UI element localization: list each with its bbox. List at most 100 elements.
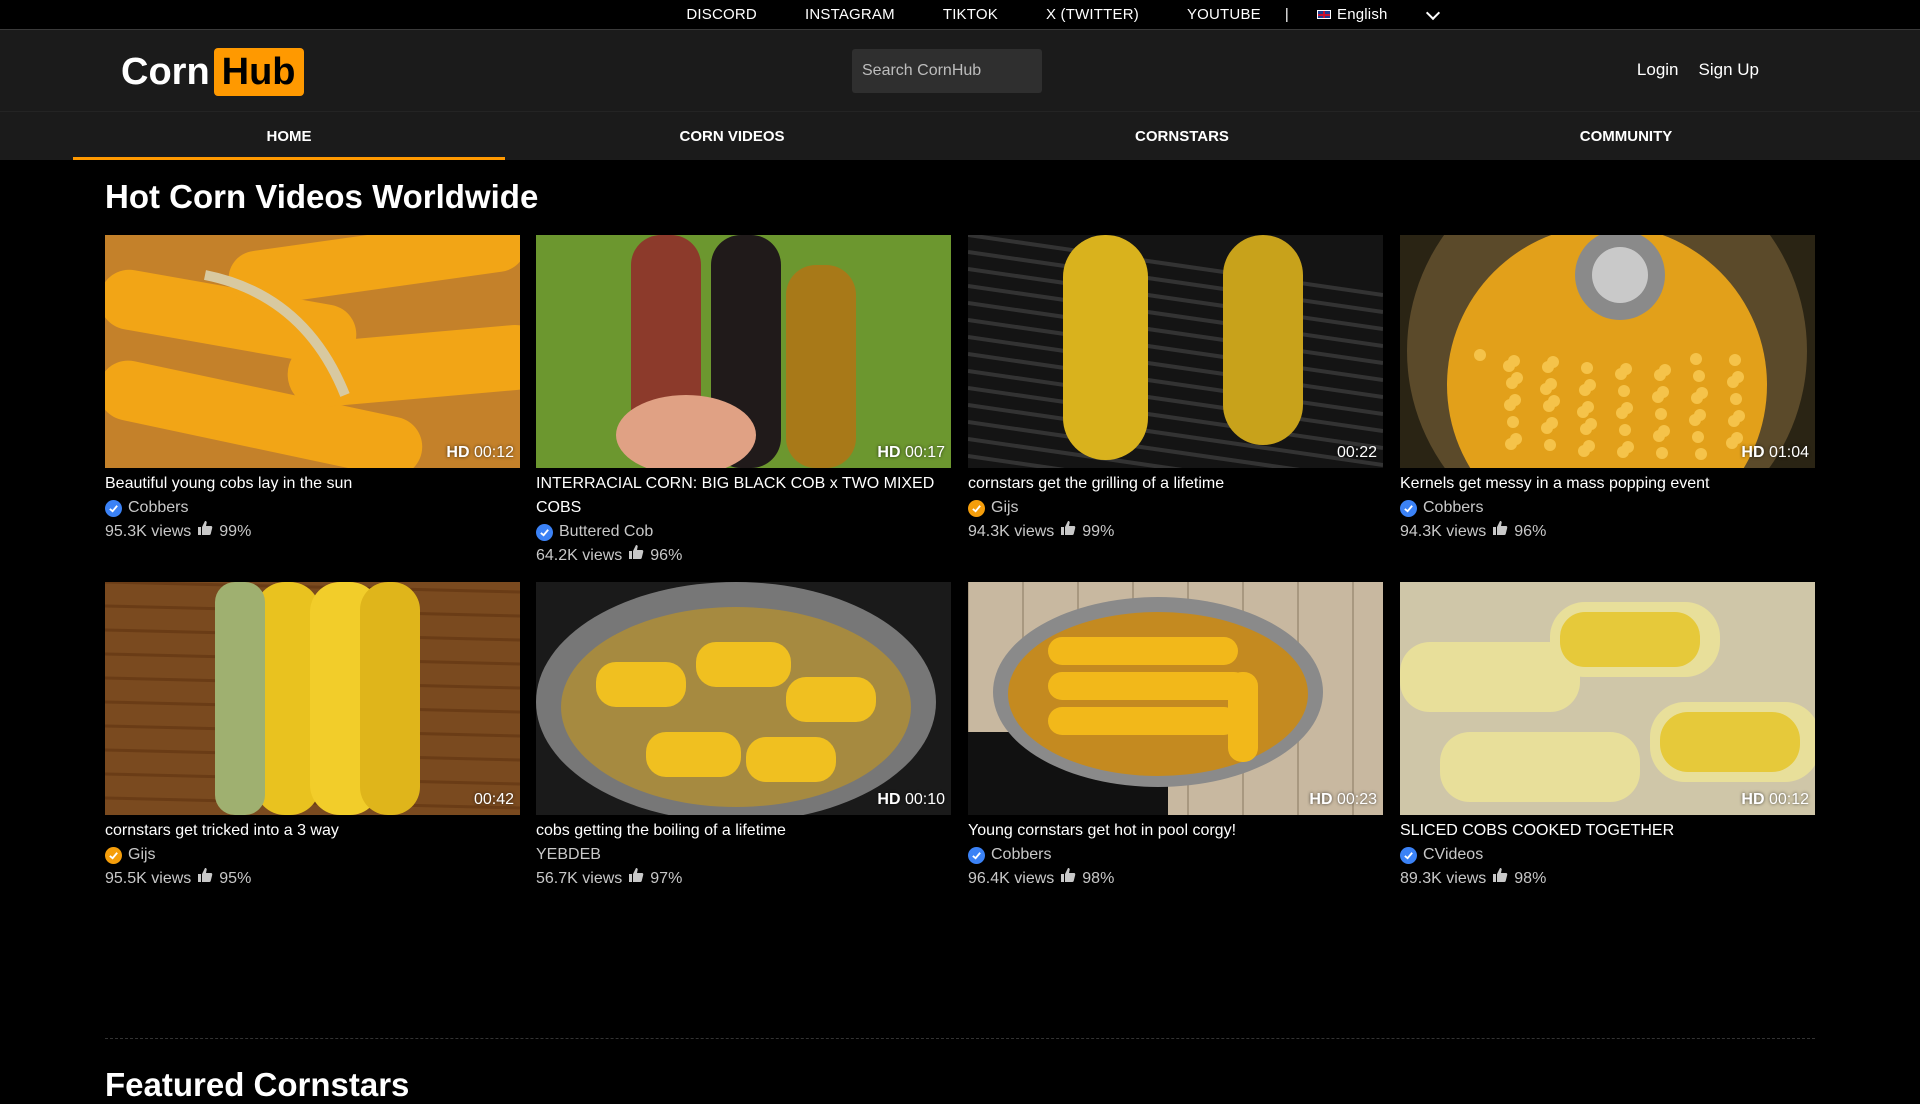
duration-label: 00:12 [473,444,514,461]
separator: | [1284,6,1289,23]
instagram-link[interactable]: INSTAGRAM [805,6,895,23]
stats-row: 95.5K views 95% [105,867,520,891]
duration-label: 00:12 [1768,791,1809,808]
verified-check-icon [536,523,553,541]
rating-percent: 98% [1082,870,1115,887]
channel-row: Cobbers [1400,496,1815,520]
channel-name[interactable]: Cobbers [1423,496,1483,520]
tab-community[interactable]: COMMUNITY [1410,112,1842,160]
duration-badge: 00:42 [474,791,514,809]
video-thumbnail[interactable]: HD 00:17 [536,235,951,468]
video-title[interactable]: INTERRACIAL CORN: BIG BLACK COB x TWO MI… [536,472,951,520]
video-thumbnail[interactable]: HD 00:10 [536,582,951,815]
hd-label: HD [1741,791,1765,808]
verified-check-icon [1400,499,1417,517]
video-card[interactable]: HD 00:12 Beautiful young cobs lay in the… [105,235,520,544]
stats-row: 96.4K views 98% [968,867,1383,891]
logo-text-corn: Corn [121,50,210,93]
channel-name[interactable]: Cobbers [128,496,188,520]
site-header: Corn Hub Login Sign Up [0,30,1920,111]
thumbs-up-icon [1492,520,1508,544]
hd-label: HD [877,444,901,461]
video-card[interactable]: 00:22 cornstars get the grilling of a li… [968,235,1383,544]
thumbs-up-icon [1492,867,1508,891]
hd-label: HD [446,444,470,461]
view-count: 95.3K views [105,523,192,540]
language-selector[interactable]: English [1316,5,1440,23]
logo-text-hub: Hub [213,48,304,96]
duration-label: 00:42 [473,791,514,808]
video-title[interactable]: cornstars get the grilling of a lifetime [968,472,1383,496]
video-card[interactable]: 00:42 cornstars get tricked into a 3 way… [105,582,520,891]
video-thumbnail[interactable]: HD 01:04 [1400,235,1815,468]
rating-percent: 95% [219,870,252,887]
verified-check-icon [105,499,122,517]
video-title[interactable]: cobs getting the boiling of a lifetime [536,819,951,843]
discord-link[interactable]: DISCORD [686,6,757,23]
tiktok-link[interactable]: TIKTOK [943,6,998,23]
video-card[interactable]: HD 00:12 SLICED COBS COOKED TOGETHER CVi… [1400,582,1815,891]
youtube-link[interactable]: YOUTUBE [1187,6,1261,23]
video-thumbnail[interactable]: HD 00:12 [1400,582,1815,815]
rating-percent: 96% [650,547,683,564]
chevron-down-icon [1425,5,1440,20]
channel-row: Gijs [968,496,1383,520]
video-title[interactable]: Kernels get messy in a mass popping even… [1400,472,1815,496]
thumbs-up-icon [1060,867,1076,891]
duration-badge: HD 01:04 [1741,444,1809,462]
signup-link[interactable]: Sign Up [1699,60,1759,80]
social-links-bar: DISCORD INSTAGRAM TIKTOK X (TWITTER) YOU… [0,0,1920,30]
tab-corn-videos[interactable]: CORN VIDEOS [516,112,948,160]
channel-row: Cobbers [105,496,520,520]
duration-label: 00:10 [904,791,945,808]
duration-badge: HD 00:10 [877,791,945,809]
view-count: 89.3K views [1400,870,1487,887]
rating-percent: 97% [650,870,683,887]
main-nav: HOME CORN VIDEOS CORNSTARS COMMUNITY [0,111,1920,160]
video-title[interactable]: cornstars get tricked into a 3 way [105,819,520,843]
video-card[interactable]: HD 00:17 INTERRACIAL CORN: BIG BLACK COB… [536,235,951,568]
video-title[interactable]: Young cornstars get hot in pool corgy! [968,819,1383,843]
video-card[interactable]: HD 00:10 cobs getting the boiling of a l… [536,582,951,891]
duration-badge: HD 00:12 [1741,791,1809,809]
uk-flag-icon [1316,10,1331,19]
video-card[interactable]: HD 01:04 Kernels get messy in a mass pop… [1400,235,1815,544]
tab-home[interactable]: HOME [73,112,505,160]
channel-name[interactable]: Cobbers [991,843,1051,867]
rating-percent: 98% [1514,870,1547,887]
channel-name[interactable]: Buttered Cob [559,520,653,544]
section-title: Hot Corn Videos Worldwide [105,178,539,215]
site-logo[interactable]: Corn Hub [121,48,304,96]
channel-name[interactable]: Gijs [991,496,1019,520]
stats-row: 89.3K views 98% [1400,867,1815,891]
stats-row: 94.3K views 96% [1400,520,1815,544]
duration-badge: HD 00:12 [446,444,514,462]
x-twitter-link[interactable]: X (TWITTER) [1046,6,1139,23]
search-input[interactable] [852,49,1042,93]
channel-name[interactable]: YEBDEB [536,843,601,867]
duration-label: 00:23 [1336,791,1377,808]
thumbs-up-icon [628,867,644,891]
duration-badge: 00:22 [1337,444,1377,462]
thumbs-up-icon [628,544,644,568]
duration-label: 00:17 [904,444,945,461]
tab-cornstars[interactable]: CORNSTARS [966,112,1398,160]
duration-label: 00:22 [1336,444,1377,461]
video-thumbnail[interactable]: 00:22 [968,235,1383,468]
thumbs-up-icon [197,867,213,891]
video-thumbnail[interactable]: 00:42 [105,582,520,815]
video-card[interactable]: HD 00:23 Young cornstars get hot in pool… [968,582,1383,891]
video-title[interactable]: Beautiful young cobs lay in the sun [105,472,520,496]
channel-name[interactable]: Gijs [128,843,156,867]
login-link[interactable]: Login [1637,60,1679,80]
video-thumbnail[interactable]: HD 00:12 [105,235,520,468]
channel-row: YEBDEB [536,843,951,867]
verified-check-icon [968,846,985,864]
video-thumbnail[interactable]: HD 00:23 [968,582,1383,815]
view-count: 56.7K views [536,870,623,887]
verified-check-icon [1400,846,1417,864]
channel-name[interactable]: CVideos [1423,843,1483,867]
view-count: 96.4K views [968,870,1055,887]
video-title[interactable]: SLICED COBS COOKED TOGETHER [1400,819,1815,843]
next-section-title: Featured Cornstars [105,1066,410,1103]
